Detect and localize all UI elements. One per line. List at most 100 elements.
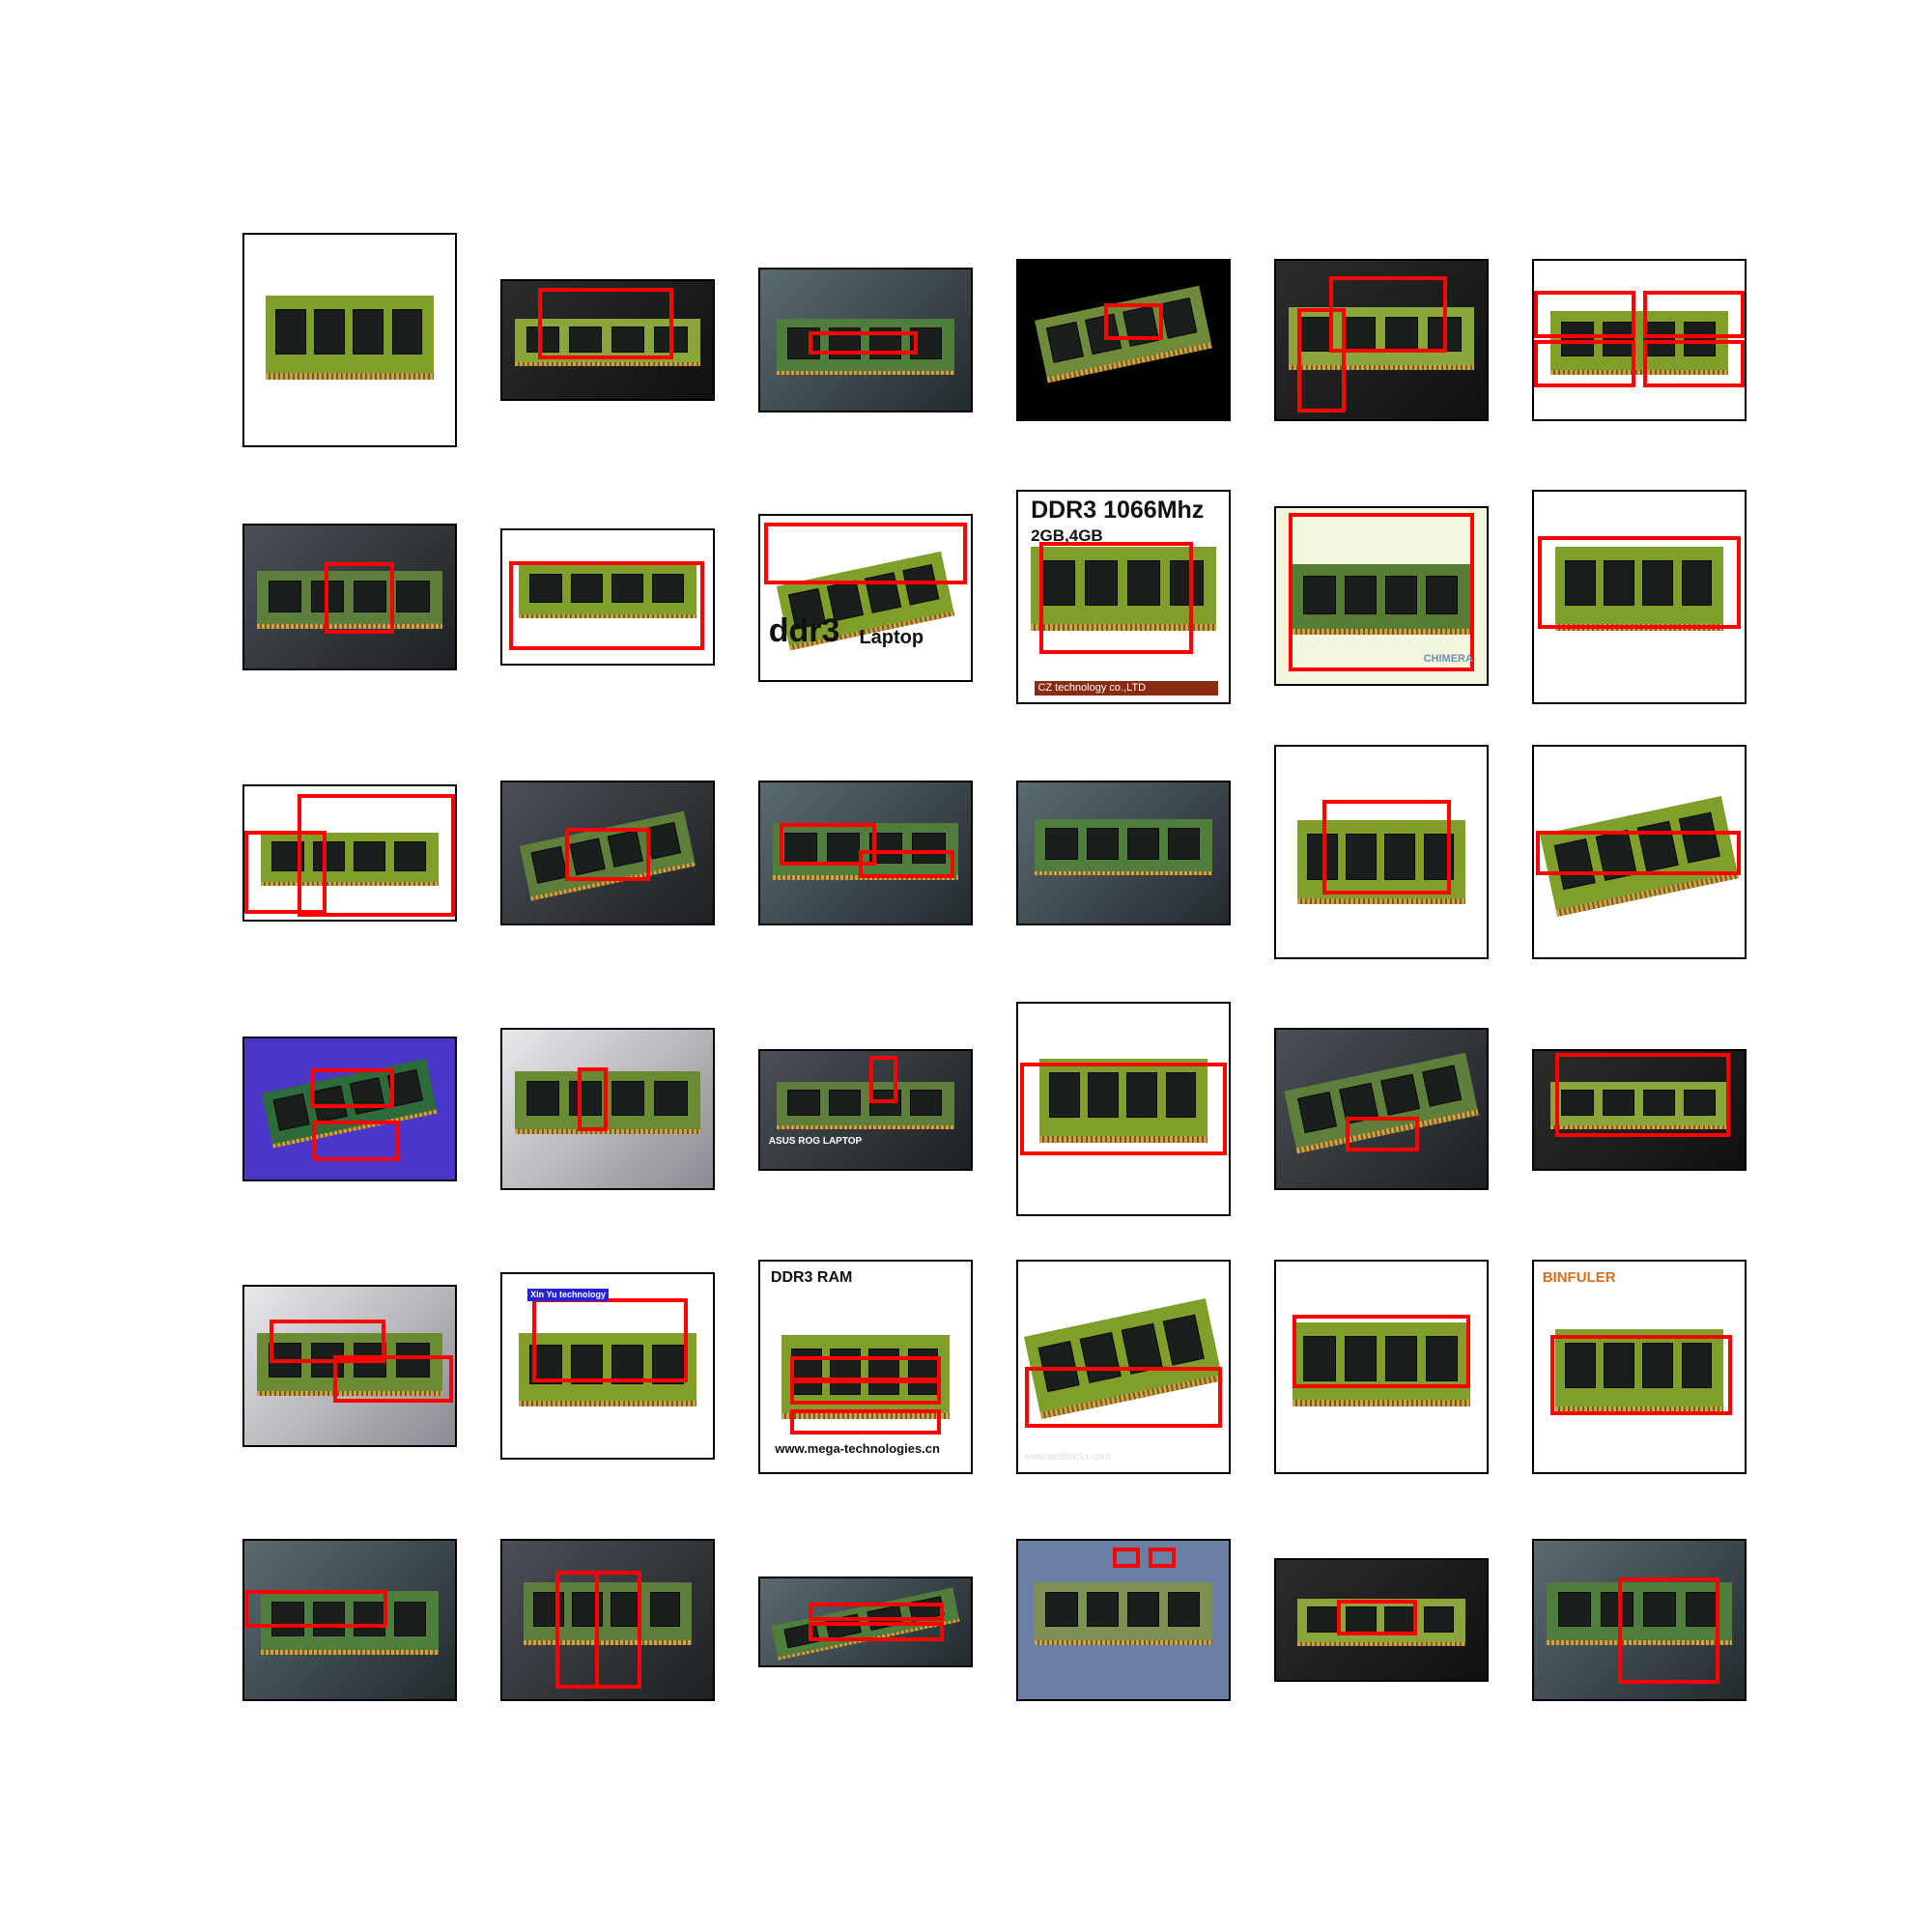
gold-contacts [265, 373, 435, 381]
gold-contacts [1296, 1642, 1466, 1647]
detection-box [1618, 1577, 1719, 1684]
memory-chip [653, 1081, 688, 1117]
ram-module [515, 1070, 700, 1135]
memory-chip [644, 821, 682, 860]
detection-box [1289, 513, 1474, 672]
image-tile-r5-c3: DDR3 RAM www.mega-technologies.cn [758, 1260, 973, 1474]
image-tile-r3-c5 [1274, 745, 1489, 959]
memory-chip [1046, 321, 1084, 362]
gold-contacts [515, 1128, 700, 1135]
memory-chip [391, 309, 423, 355]
image-tile-r2-c4: DDR3 1066Mhz 2GB,4GB CZ technology co.,LTD [1016, 490, 1231, 704]
tile-caption: 16GB Taiwan 2133Mhz DDR4 [1024, 1277, 1157, 1289]
image-tile-r4-c6 [1532, 1049, 1747, 1171]
memory-chip [787, 1089, 820, 1116]
image-tile-r5-c2: Xin Yu technology [500, 1272, 715, 1460]
memory-chip [1423, 1605, 1455, 1634]
detection-box [859, 850, 954, 879]
image-tile-r1-c6 [1532, 259, 1747, 421]
ram-module [1035, 818, 1212, 876]
detection-box [1321, 799, 1451, 895]
detection-box [809, 331, 919, 355]
detection-box [538, 288, 673, 359]
tile-caption: DDR3 RAM [770, 1268, 853, 1286]
memory-chip [1162, 1314, 1206, 1366]
memory-chip [1045, 828, 1078, 860]
detection-box [1550, 1335, 1732, 1416]
detection-box [869, 1055, 897, 1103]
image-tile-r4-c5 [1274, 1028, 1489, 1190]
detection-box [309, 1067, 394, 1108]
memory-chip [275, 309, 306, 355]
gold-contacts [1035, 870, 1212, 876]
memory-chip [649, 1592, 681, 1628]
detection-box [1538, 535, 1741, 629]
memory-chip [314, 309, 345, 355]
detection-box [1345, 1117, 1420, 1152]
memory-chip [353, 309, 384, 355]
detection-box [1024, 1367, 1223, 1429]
tile-caption: ddr3 [768, 612, 840, 649]
tile-caption: www.mega-technologies.cn [775, 1441, 940, 1457]
memory-chip [526, 1081, 560, 1117]
tile-caption: DDR3 1066Mhz [1031, 496, 1205, 524]
memory-chip [268, 580, 302, 612]
tile-caption: www.wellbricks.com [1024, 1452, 1111, 1463]
memory-chip [1380, 1073, 1421, 1116]
ram-module [777, 1081, 954, 1129]
image-tile-r2-c3: ddr3 Laptop [758, 514, 973, 682]
detection-box [1328, 276, 1447, 354]
gold-contacts [1293, 1400, 1470, 1407]
detection-box [324, 562, 394, 635]
memory-chip [1126, 828, 1159, 860]
detection-box [594, 1571, 641, 1689]
memory-chip [611, 1081, 645, 1117]
image-tile-r1-c5 [1274, 259, 1489, 421]
image-tile-r4-c4 [1016, 1002, 1231, 1216]
memory-chip [1126, 1592, 1159, 1628]
detection-box [1149, 1547, 1177, 1568]
image-tile-r5-c1 [242, 1285, 457, 1447]
detection-box [311, 1120, 401, 1161]
image-tile-r2-c6 [1532, 490, 1747, 704]
detection-box [1337, 1599, 1418, 1636]
tile-caption: BINFULER [1542, 1268, 1616, 1286]
gold-contacts [515, 361, 700, 366]
image-tile-r2-c5: CHIMERA [1274, 506, 1489, 686]
image-tile-r6-c3 [758, 1577, 973, 1667]
detection-box [244, 1589, 388, 1629]
image-tile-r3-c1 [242, 784, 457, 922]
detection-box [578, 1067, 608, 1131]
detection-box [554, 1571, 600, 1689]
memory-chip [1296, 1091, 1338, 1133]
image-tile-r5-c6: BINFULER [1532, 1260, 1747, 1474]
tile-caption: 2GB,4GB [1031, 526, 1103, 546]
image-tile-r4-c2 [500, 1028, 715, 1190]
memory-chip [1167, 828, 1200, 860]
detection-box [789, 1408, 942, 1435]
image-tile-r2-c2 [500, 528, 715, 666]
tile-caption: Xin Yu technology [527, 1289, 610, 1302]
image-tile-r6-c5 [1274, 1558, 1489, 1682]
tile-caption: Laptop [859, 626, 924, 648]
memory-chip [1045, 1592, 1078, 1628]
image-tile-r3-c6 [1532, 745, 1747, 959]
memory-chip [1422, 1065, 1463, 1106]
gold-contacts [519, 1400, 696, 1406]
detection-box [297, 794, 455, 918]
detection-box [1296, 308, 1346, 413]
memory-chip [828, 1089, 861, 1116]
detection-box [1643, 291, 1745, 339]
image-tile-r2-c1 [242, 524, 457, 670]
image-tile-r4-c1 [242, 1037, 457, 1181]
detection-box [1554, 1053, 1730, 1138]
memory-chip [1086, 828, 1119, 860]
gold-contacts [777, 1124, 954, 1129]
detection-box [1534, 291, 1635, 339]
image-tile-r3-c4 [1016, 781, 1231, 925]
tile-caption: ASUS ROG LAPTOP [768, 1136, 863, 1148]
memory-chip [395, 580, 430, 612]
detection-box [531, 1297, 688, 1383]
gold-contacts [1296, 897, 1466, 905]
memory-chip [909, 1089, 942, 1116]
